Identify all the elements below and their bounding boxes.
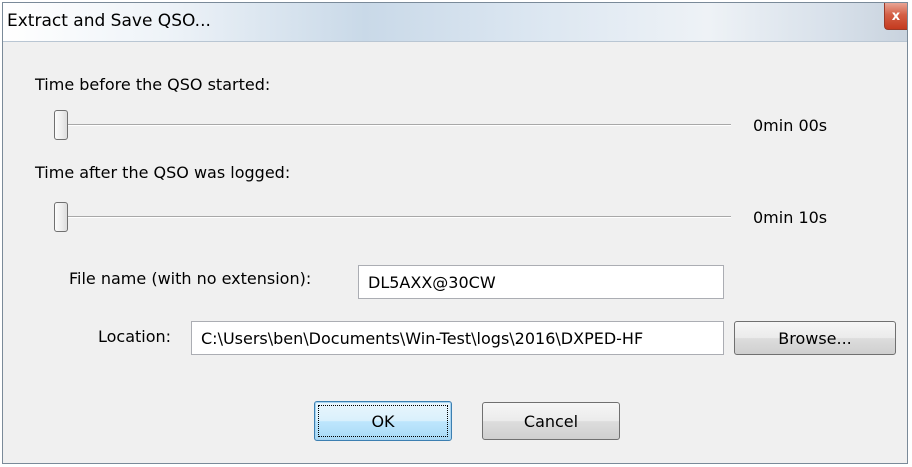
time-after-slider-track[interactable] xyxy=(61,216,731,218)
browse-button-label: Browse... xyxy=(778,328,852,348)
time-before-slider-track[interactable] xyxy=(61,124,731,126)
cancel-button[interactable]: Cancel xyxy=(482,402,620,440)
time-after-value: 0min 10s xyxy=(753,208,828,227)
time-before-value: 0min 00s xyxy=(753,116,828,135)
close-icon[interactable]: x xyxy=(884,3,907,30)
browse-button[interactable]: Browse... xyxy=(734,321,896,355)
time-before-slider-thumb[interactable] xyxy=(54,110,68,140)
location-input[interactable]: C:\Users\ben\Documents\Win-Test\logs\201… xyxy=(191,321,724,355)
file-name-input[interactable]: DL5AXX@30CW xyxy=(358,265,724,299)
ok-button-label: OK xyxy=(371,411,395,431)
file-name-label: File name (with no extension): xyxy=(69,269,312,288)
time-after-label: Time after the QSO was logged: xyxy=(35,163,291,182)
ok-button[interactable]: OK xyxy=(314,401,452,441)
location-label: Location: xyxy=(98,327,172,346)
time-before-label: Time before the QSO started: xyxy=(35,75,271,94)
cancel-button-label: Cancel xyxy=(523,411,579,431)
time-after-slider-thumb[interactable] xyxy=(54,202,68,232)
title-bar[interactable]: Extract and Save QSO... x xyxy=(3,3,907,42)
extract-save-qso-dialog: Extract and Save QSO... x Time before th… xyxy=(2,2,908,464)
dialog-title: Extract and Save QSO... xyxy=(7,11,211,31)
